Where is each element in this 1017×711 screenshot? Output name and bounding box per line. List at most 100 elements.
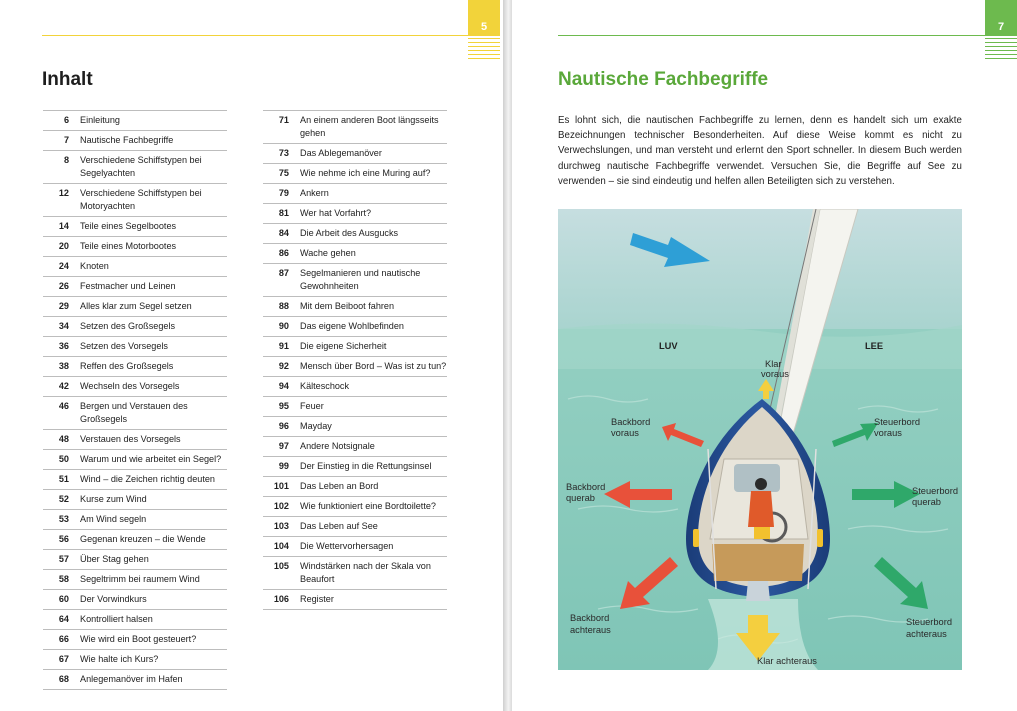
toc-title: An einem anderen Boot längsseits gehen xyxy=(300,115,439,138)
toc-title: Anlegemanöver im Hafen xyxy=(80,674,183,684)
toc-entry: 105 Windstärken nach der Skala von Beaufo… xyxy=(263,557,447,590)
toc-entry: 20 Teile eines Motorbootes xyxy=(43,237,227,257)
toc-page-number: 24 xyxy=(58,261,69,271)
toc-page-number: 8 xyxy=(63,155,69,165)
toc-entry: 71 An einem anderen Boot längsseits gehen xyxy=(263,111,447,144)
label-klar-voraus-line2: voraus xyxy=(761,369,789,379)
header-rule xyxy=(42,35,468,36)
toc-title: Über Stag gehen xyxy=(80,554,149,564)
sailor-jacket xyxy=(748,491,774,527)
toc-entry: 34 Setzen des Großsegels xyxy=(43,317,227,337)
toc-entry: 26 Festmacher und Leinen xyxy=(43,277,227,297)
toc-page-number: 20 xyxy=(58,241,69,251)
toc-entry: 73 Das Ablegemanöver xyxy=(263,144,447,164)
toc-page-number: 79 xyxy=(278,188,289,198)
toc-title: Segelmanieren und nautische Gewohnheiten xyxy=(300,268,421,291)
sky-background xyxy=(558,209,962,329)
toc-page-number: 67 xyxy=(58,654,69,664)
toc-entry: 36 Setzen des Vorsegels xyxy=(43,337,227,357)
label-backbord-voraus-line1: Backbord xyxy=(611,417,650,427)
toc-entry: 51 Wind – die Zeichen richtig deuten xyxy=(43,470,227,490)
toc-entry: 12 Verschiedene Schiffstypen bei Motoryac… xyxy=(43,184,227,217)
toc-page-number: 26 xyxy=(58,281,69,291)
toc-page-number: 56 xyxy=(58,534,69,544)
toc-page-number: 66 xyxy=(58,634,69,644)
toc-title: Kontrolliert halsen xyxy=(80,614,153,624)
toc-title: Wie nehme ich eine Muring auf? xyxy=(300,168,431,178)
toc-entry: 7 Nautische Fachbegriffe xyxy=(43,131,227,151)
toc-title: Die Wettervorhersagen xyxy=(300,541,394,551)
toc-page-number: 95 xyxy=(278,401,289,411)
label-steuerbord-voraus-line2: voraus xyxy=(874,428,902,438)
toc-page-number: 102 xyxy=(273,501,289,511)
toc-entry: 50 Warum und wie arbeitet ein Segel? xyxy=(43,450,227,470)
toc-title: Verschiedene Schiffstypen bei Motoryacht… xyxy=(80,188,202,211)
teak-deck xyxy=(712,544,804,581)
toc-title: Mayday xyxy=(300,421,332,431)
toc-title: Warum und wie arbeitet ein Segel? xyxy=(80,454,222,464)
toc-entry: 99 Der Einstieg in die Rettungsinsel xyxy=(263,457,447,477)
label-backbord-achteraus-line2: achteraus xyxy=(570,625,611,635)
toc-page-number: 48 xyxy=(58,434,69,444)
tab-stripes xyxy=(468,38,500,62)
label-backbord-voraus-line2: voraus xyxy=(611,428,639,438)
toc-entry: 94 Kälteschock xyxy=(263,377,447,397)
toc-entry: 95 Feuer xyxy=(263,397,447,417)
toc-title: Wie halte ich Kurs? xyxy=(80,654,159,664)
sailor-trousers xyxy=(754,527,770,539)
toc-page-number: 34 xyxy=(58,321,69,331)
toc-title: Wache gehen xyxy=(300,248,356,258)
toc-title: Das Leben auf See xyxy=(300,521,378,531)
toc-entry: 86 Wache gehen xyxy=(263,244,447,264)
toc-title: Wechseln des Vorsegels xyxy=(80,381,180,391)
label-klar-achteraus: Klar achteraus xyxy=(757,656,817,666)
label-luv: LUV xyxy=(659,341,678,351)
toc-entry: 64 Kontrolliert halsen xyxy=(43,610,227,630)
toc-entry: 101 Das Leben an Bord xyxy=(263,477,447,497)
toc-page-number: 106 xyxy=(273,594,289,604)
tab-stripes xyxy=(985,38,1017,62)
toc-entry: 106 Register xyxy=(263,590,447,610)
toc-title: Register xyxy=(300,594,334,604)
toc-page-number: 73 xyxy=(278,148,289,158)
stern-ladder xyxy=(746,581,770,601)
toc-entry: 81 Wer hat Vorfahrt? xyxy=(263,204,447,224)
toc-entry: 67 Wie halte ich Kurs? xyxy=(43,650,227,670)
sailor-head xyxy=(755,478,767,490)
toc-title: Kurse zum Wind xyxy=(80,494,147,504)
toc-page-number: 60 xyxy=(58,594,69,604)
toc-entry: 104 Die Wettervorhersagen xyxy=(263,537,447,557)
toc-entry: 91 Die eigene Sicherheit xyxy=(263,337,447,357)
toc-entry: 8 Verschiedene Schiffstypen bei Segelyach… xyxy=(43,151,227,184)
fender xyxy=(693,529,699,547)
label-steuerbord-querab-line2: querab xyxy=(912,497,941,507)
toc-page-number: 29 xyxy=(58,301,69,311)
toc-page-number: 50 xyxy=(58,454,69,464)
toc-page-number: 87 xyxy=(278,268,289,278)
toc-page-number: 101 xyxy=(273,481,289,491)
toc-entry: 79 Ankern xyxy=(263,184,447,204)
book-gutter xyxy=(503,0,512,711)
toc-page-number: 97 xyxy=(278,441,289,451)
toc-entry: 68 Anlegemanöver im Hafen xyxy=(43,670,227,690)
toc-title: Die Arbeit des Ausgucks xyxy=(300,228,399,238)
label-backbord-querab-line1: Backbord xyxy=(566,482,605,492)
toc-title: Segeltrimm bei raumem Wind xyxy=(80,574,200,584)
toc-page-number: 71 xyxy=(278,115,289,125)
toc-title: Am Wind segeln xyxy=(80,514,147,524)
toc-entry: 60 Der Vorwindkurs xyxy=(43,590,227,610)
toc-entry: 75 Wie nehme ich eine Muring auf? xyxy=(263,164,447,184)
toc-title: Reffen des Großsegels xyxy=(80,361,174,371)
toc-page-number: 99 xyxy=(278,461,289,471)
header-rule xyxy=(558,35,986,36)
toc-page-number: 12 xyxy=(58,188,69,198)
toc-title: Der Einstieg in die Rettungsinsel xyxy=(300,461,432,471)
label-lee: LEE xyxy=(865,341,883,351)
toc-entry: 84 Die Arbeit des Ausgucks xyxy=(263,224,447,244)
label-steuerbord-voraus-line1: Steuerbord xyxy=(874,417,920,427)
toc-title: Feuer xyxy=(300,401,324,411)
toc-page-number: 68 xyxy=(58,674,69,684)
toc-page-number: 51 xyxy=(58,474,69,484)
toc-entry: 53 Am Wind segeln xyxy=(43,510,227,530)
toc-title: Die eigene Sicherheit xyxy=(300,341,387,351)
